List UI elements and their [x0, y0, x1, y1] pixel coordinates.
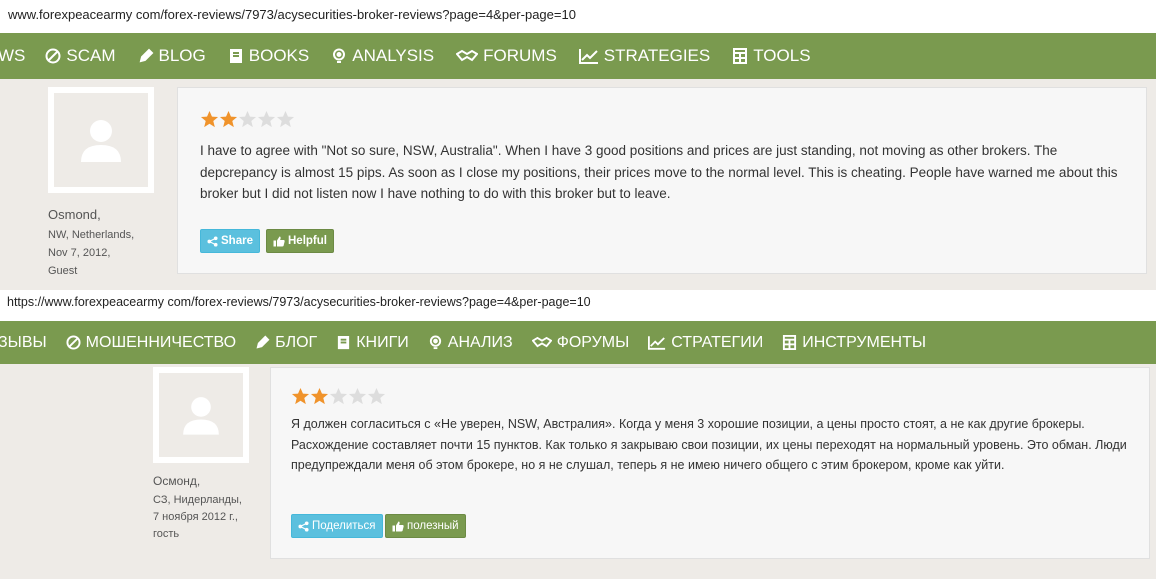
nav-label: СТРАТЕГИИ — [671, 333, 764, 351]
nav-item-books[interactable]: BOOKS — [228, 46, 309, 66]
ban-icon — [66, 335, 81, 350]
nav-label: BLOG — [158, 46, 206, 65]
helpful-label: Helpful — [288, 235, 327, 247]
share-button[interactable]: Share — [200, 229, 260, 253]
nav-item-books[interactable]: КНИГИ — [336, 334, 409, 352]
review-text: I have to agree with "Not so sure, NSW, … — [200, 143, 1118, 201]
nav-label: STRATEGIES — [603, 46, 711, 65]
review-area: Осмонд, СЗ, Нидерланды, 7 ноября 2012 г.… — [0, 364, 1156, 579]
review-area: Osmond, NW, Netherlands, Nov 7, 2012, Gu… — [0, 79, 1156, 290]
share-icon — [298, 520, 309, 532]
nav-item-strategies[interactable]: СТРАТЕГИИ — [648, 334, 763, 352]
nav-label: МОШЕННИЧЕСТВО — [85, 333, 237, 351]
nav-item-scam[interactable]: МОШЕННИЧЕСТВО — [66, 334, 236, 352]
star-filled-icon — [291, 387, 310, 405]
star-empty-icon — [276, 110, 295, 128]
handshake-icon — [531, 336, 552, 348]
avatar — [153, 367, 249, 463]
book-icon — [338, 335, 350, 350]
star-empty-icon — [257, 110, 276, 128]
thumbs-up-icon — [273, 236, 285, 246]
review-date: 7 ноября 2012 г., — [153, 511, 238, 523]
nav-label: ЗЫВЫ — [0, 333, 47, 351]
chart-icon — [648, 336, 666, 350]
share-label: Поделиться — [312, 520, 376, 532]
pencil-icon — [139, 48, 153, 63]
reviewer-role: Guest — [48, 265, 78, 277]
nav-item-analysis[interactable]: АНАЛИЗ — [428, 334, 513, 352]
nav-item-tools[interactable]: ИНСТРУМЕНТЫ — [782, 334, 926, 352]
book-icon — [229, 49, 242, 63]
main-nav: ЗЫВЫ МОШЕННИЧЕСТВО БЛОГ КНИГИ АНАЛИЗ ФОР… — [0, 321, 1156, 364]
nav-item-forums[interactable]: FORUMS — [456, 46, 557, 66]
nav-label: WS — [0, 46, 26, 65]
ban-icon — [45, 48, 61, 64]
star-filled-icon — [310, 387, 329, 405]
nav-item-strategies[interactable]: STRATEGIES — [578, 46, 711, 66]
review-card: I have to agree with "Not so sure, NSW, … — [177, 87, 1147, 274]
helpful-button[interactable]: полезный — [385, 514, 466, 538]
calculator-icon — [733, 48, 748, 64]
star-rating — [200, 110, 295, 129]
lightbulb-icon — [333, 48, 346, 63]
nav-item-reviews[interactable]: WS — [0, 46, 25, 66]
nav-label: ФОРУМЫ — [556, 333, 630, 351]
star-empty-icon — [329, 387, 348, 405]
lightbulb-icon — [429, 335, 441, 350]
nav-label: TOOLS — [753, 46, 811, 65]
review-text: Я должен согласиться с «Не уверен, NSW, … — [291, 417, 1127, 472]
chart-icon — [578, 49, 598, 64]
reviewer-name[interactable]: Осмонд, — [153, 470, 242, 492]
review-card: Я должен согласиться с «Не уверен, NSW, … — [270, 367, 1150, 559]
main-nav: WS SCAM BLOG BOOKS ANALYSIS FORUMS STRAT… — [0, 33, 1156, 79]
nav-label: АНАЛИЗ — [447, 333, 513, 351]
reviewer-location: NW, Netherlands, — [48, 229, 135, 241]
address-bar-url[interactable]: https://www.forexpeacearmy com/forex-rev… — [7, 295, 591, 309]
nav-label: SCAM — [66, 46, 116, 65]
avatar — [48, 87, 154, 193]
star-filled-icon — [200, 110, 219, 128]
nav-item-reviews[interactable]: ЗЫВЫ — [0, 334, 47, 352]
russian-screenshot-panel: https://www.forexpeacearmy com/forex-rev… — [0, 290, 1156, 579]
calculator-icon — [783, 335, 797, 350]
share-button[interactable]: Поделиться — [291, 514, 383, 538]
nav-label: FORUMS — [483, 46, 557, 65]
nav-item-scam[interactable]: SCAM — [45, 46, 116, 66]
avatar-placeholder — [159, 373, 243, 457]
english-screenshot-panel: www.forexpeacearmy com/forex-reviews/797… — [0, 0, 1156, 290]
nav-item-tools[interactable]: TOOLS — [732, 46, 811, 66]
star-empty-icon — [238, 110, 257, 128]
nav-label: ИНСТРУМЕНТЫ — [802, 333, 927, 351]
share-label: Share — [221, 235, 253, 247]
address-bar-url[interactable]: www.forexpeacearmy com/forex-reviews/797… — [8, 7, 576, 22]
nav-label: КНИГИ — [356, 333, 409, 351]
star-rating — [291, 387, 386, 406]
reviewer-info: Osmond, NW, Netherlands, Nov 7, 2012, Gu… — [48, 204, 134, 280]
nav-item-blog[interactable]: БЛОГ — [255, 334, 317, 352]
review-date: Nov 7, 2012, — [48, 247, 111, 259]
avatar-placeholder — [54, 93, 148, 187]
user-silhouette-icon — [183, 397, 219, 435]
reviewer-role: гость — [153, 528, 180, 540]
nav-label: ANALYSIS — [352, 46, 435, 65]
thumbs-up-icon — [392, 521, 404, 531]
reviewer-location: СЗ, Нидерланды, — [153, 494, 242, 506]
helpful-label: полезный — [407, 520, 459, 532]
nav-item-forums[interactable]: ФОРУМЫ — [531, 333, 630, 352]
nav-item-analysis[interactable]: ANALYSIS — [331, 46, 434, 66]
handshake-icon — [456, 49, 479, 62]
star-empty-icon — [367, 387, 386, 405]
pencil-icon — [256, 335, 270, 349]
nav-label: BOOKS — [248, 46, 310, 65]
reviewer-info: Осмонд, СЗ, Нидерланды, 7 ноября 2012 г.… — [153, 470, 242, 543]
star-filled-icon — [219, 110, 238, 128]
reviewer-name[interactable]: Osmond, — [48, 204, 134, 226]
user-silhouette-icon — [81, 120, 121, 162]
nav-label: БЛОГ — [275, 333, 318, 351]
helpful-button[interactable]: Helpful — [266, 229, 334, 253]
share-icon — [207, 235, 218, 247]
nav-item-blog[interactable]: BLOG — [138, 46, 206, 66]
star-empty-icon — [348, 387, 367, 405]
